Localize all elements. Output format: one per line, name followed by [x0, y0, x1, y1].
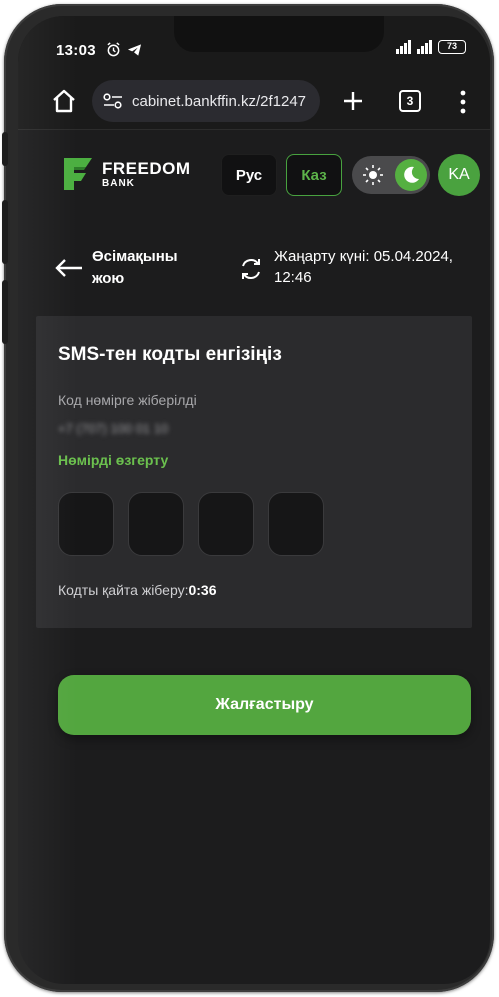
address-bar[interactable]: cabinet.bankffin.kz/2f1247 — [92, 80, 320, 122]
code-digit-1[interactable] — [58, 492, 114, 556]
site-settings-icon[interactable] — [102, 92, 124, 110]
refresh-icon[interactable] — [238, 256, 264, 282]
logo-line2: BANK — [102, 177, 135, 189]
change-number-link[interactable]: Нөмірді өзгерту — [58, 452, 168, 468]
page-title: Өсімақыны жою — [92, 248, 178, 287]
screen: 13:03 73 cabinet.bankffin.kz/2f1247 3 FR… — [18, 16, 490, 984]
signal-icon — [396, 40, 411, 54]
sms-card-title: SMS-тен кодты енгізіңіз — [58, 344, 282, 365]
moon-icon — [404, 166, 419, 183]
alarm-icon — [107, 42, 120, 57]
more-menu-icon[interactable] — [456, 89, 470, 115]
resend-code-timer: Кодты қайта жіберу:0:36 — [58, 582, 217, 598]
code-digit-3[interactable] — [198, 492, 254, 556]
side-button-volume-up — [2, 200, 8, 264]
code-input-group — [58, 492, 324, 556]
url-text: cabinet.bankffin.kz/2f1247 — [132, 92, 307, 110]
theme-toggle[interactable] — [352, 156, 430, 194]
battery-icon: 73 — [438, 40, 466, 54]
back-button[interactable]: Өсімақыны жою — [54, 246, 202, 290]
user-avatar[interactable]: KA — [438, 154, 480, 196]
title-row: Өсімақыны жою Жаңарту күні: 05.04.2024, … — [18, 242, 490, 302]
home-icon[interactable] — [50, 87, 78, 115]
arrow-left-icon — [55, 259, 82, 277]
freedom-bank-logo[interactable]: FREEDOM BANK — [62, 156, 191, 192]
resend-countdown: 0:36 — [188, 582, 217, 598]
status-icons-right: 73 — [396, 40, 466, 54]
side-button-volume-down — [2, 280, 8, 344]
side-button-action — [2, 132, 8, 166]
new-tab-icon[interactable] — [340, 88, 366, 114]
language-ru-button[interactable]: Рус — [221, 154, 277, 196]
sun-icon — [363, 165, 383, 185]
status-icons-left — [106, 42, 142, 57]
toggle-knob — [395, 159, 427, 191]
signal-icon-2 — [417, 40, 432, 54]
code-digit-4[interactable] — [268, 492, 324, 556]
browser-toolbar: cabinet.bankffin.kz/2f1247 3 — [18, 72, 490, 130]
masked-phone-number: +7 (707) 100 01 10 — [58, 421, 169, 436]
update-info: Жаңарту күні: 05.04.2024, 12:46 — [238, 246, 479, 288]
code-sent-label: Код нөмірге жіберілді — [58, 392, 197, 408]
update-date: Жаңарту күні: 05.04.2024, 12:46 — [274, 248, 453, 286]
sms-code-card: SMS-тен кодты енгізіңіз Код нөмірге жібе… — [36, 316, 472, 628]
camera-notch — [174, 16, 384, 52]
resend-label: Кодты қайта жіберу: — [58, 582, 189, 598]
app-header: FREEDOM BANK Рус Каз KA — [18, 130, 490, 222]
continue-button[interactable]: Жалғастыру — [58, 675, 471, 735]
logo-mark-icon — [64, 158, 92, 190]
language-kz-button[interactable]: Каз — [286, 154, 342, 196]
logo-text: FREEDOM BANK — [102, 160, 191, 189]
code-digit-2[interactable] — [128, 492, 184, 556]
logo-line1: FREEDOM — [102, 158, 191, 178]
tab-switcher-button[interactable]: 3 — [399, 90, 421, 112]
status-bar: 13:03 73 — [18, 16, 490, 72]
telegram-icon — [127, 43, 142, 56]
status-time: 13:03 — [56, 42, 96, 59]
phone-frame: 13:03 73 cabinet.bankffin.kz/2f1247 3 FR… — [2, 4, 494, 992]
